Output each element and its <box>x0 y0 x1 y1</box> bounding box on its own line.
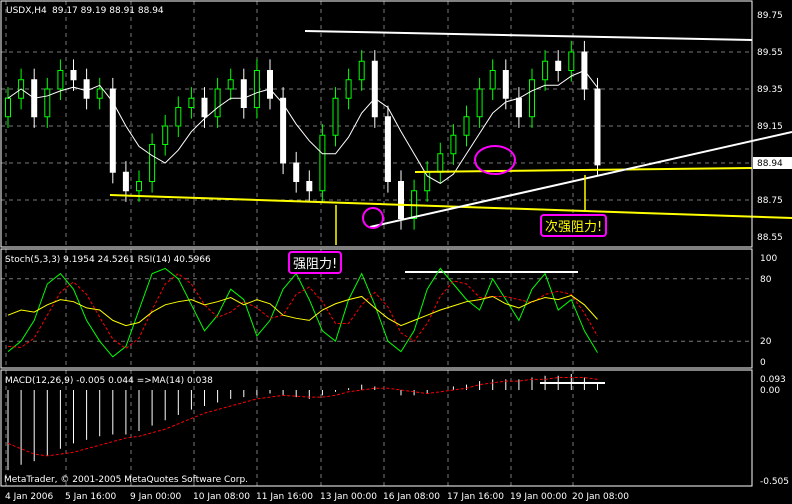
candle-body <box>96 88 103 99</box>
candle-body <box>502 70 509 99</box>
candle-body <box>70 70 77 81</box>
candle-body <box>162 125 169 145</box>
candle-body <box>44 88 51 118</box>
time-axis-label: 20 Jan 08:00 <box>572 492 629 502</box>
price-axis-label: 89.35 <box>757 85 783 95</box>
time-axis-label: 11 Jan 16:00 <box>256 492 313 502</box>
candle-body <box>240 79 247 108</box>
candle-body <box>529 79 535 118</box>
candle-body <box>175 107 182 127</box>
candle-body <box>188 97 195 108</box>
candle-body <box>489 70 496 90</box>
candle-body <box>5 97 11 118</box>
candle-body <box>450 134 457 155</box>
macd-panel <box>7 373 598 471</box>
price-axis-label: 89.75 <box>757 11 783 21</box>
trendline-horizontal[interactable] <box>414 167 753 173</box>
time-axis-label: 13 Jan 00:00 <box>320 492 377 502</box>
annotation-strong-resistance: 强阻力! <box>288 251 343 274</box>
macd-signal-line <box>7 377 598 457</box>
macd-axis-label: -0.505 <box>760 477 789 487</box>
candle-body <box>358 60 365 81</box>
series-rsi-14- <box>7 294 598 327</box>
candle-body <box>542 60 549 81</box>
candle-body <box>568 51 575 71</box>
candle-body <box>319 134 326 192</box>
candle-body <box>83 79 90 99</box>
macd-axis-label: 0.00 <box>760 386 780 396</box>
candle-body <box>332 97 339 136</box>
trendline-upper[interactable] <box>304 30 753 41</box>
candle-body <box>280 97 287 164</box>
series-stoch-5-3-3- <box>7 267 598 358</box>
time-axis-label: 9 Jan 00:00 <box>130 492 182 502</box>
stoch-axis-label: 0 <box>760 358 766 368</box>
drawings <box>109 30 792 384</box>
candle-body <box>227 79 234 90</box>
annotation-second-resistance: 次强阻力! <box>540 214 608 237</box>
time-axis-label: 5 Jan 16:00 <box>65 492 117 502</box>
candle-body <box>136 181 142 192</box>
time-axis-label: 10 Jan 08:00 <box>193 492 250 502</box>
candle-body <box>293 162 300 182</box>
time-axis-label: 17 Jan 16:00 <box>447 492 504 502</box>
macd-header: MACD(12,26,9) -0.005 0.044 =>MA(14) 0.03… <box>5 376 213 386</box>
copyright: MetaTrader, © 2001-2005 MetaQuotes Softw… <box>4 475 248 485</box>
chart-canvas: 88.94 89.75 89.55 89.35 89.15 88.75 88.55 4 Ja… <box>0 0 792 502</box>
ohlc-label: 89.17 89.19 88.91 88.94 <box>52 6 164 16</box>
macd-axis-label: 0.093 <box>760 375 786 385</box>
price-axis-label: 89.55 <box>757 48 783 58</box>
candle-body <box>463 116 470 136</box>
stoch-panel <box>1 267 752 358</box>
current-price-label: 88.94 <box>757 159 783 169</box>
marker-circle-low <box>362 207 384 229</box>
candle-body <box>371 60 378 118</box>
candle-body <box>267 70 273 99</box>
moving-average-line <box>7 69 598 184</box>
candle-body <box>201 97 208 118</box>
candle-body <box>515 97 522 118</box>
candle-body <box>306 181 313 192</box>
candle-body <box>345 79 352 99</box>
time-axis-label: 19 Jan 00:00 <box>510 492 567 502</box>
candle-body <box>122 171 129 192</box>
candle-body <box>149 144 156 182</box>
candle-body <box>57 70 64 90</box>
candle-body <box>476 88 483 118</box>
candle-body <box>214 88 221 118</box>
stoch-axis-label: 20 <box>760 337 772 347</box>
stoch-axis-label: 100 <box>760 254 777 264</box>
symbol-label: USDX,H4 <box>6 6 47 16</box>
time-axis-label: 16 Jan 08:00 <box>383 492 440 502</box>
candle-body <box>253 70 260 108</box>
trendline-support[interactable] <box>109 194 792 219</box>
candle-body <box>555 60 562 71</box>
price-axis-label: 88.75 <box>757 196 783 206</box>
stoch-header: Stoch(5,3,3) 9.1954 24.5261 RSI(14) 40.5… <box>5 255 211 265</box>
candle-body <box>594 88 601 166</box>
series-signal <box>7 272 598 350</box>
candle-body <box>437 153 444 173</box>
candle-body <box>398 181 404 219</box>
time-axis-label: 4 Jan 2006 <box>5 492 53 502</box>
price-axis-label: 88.55 <box>757 233 783 243</box>
stoch-axis-label: 80 <box>760 275 772 285</box>
price-axis-label: 89.15 <box>757 122 783 132</box>
candle-body <box>384 116 391 182</box>
marker-circle-mid <box>474 145 516 175</box>
